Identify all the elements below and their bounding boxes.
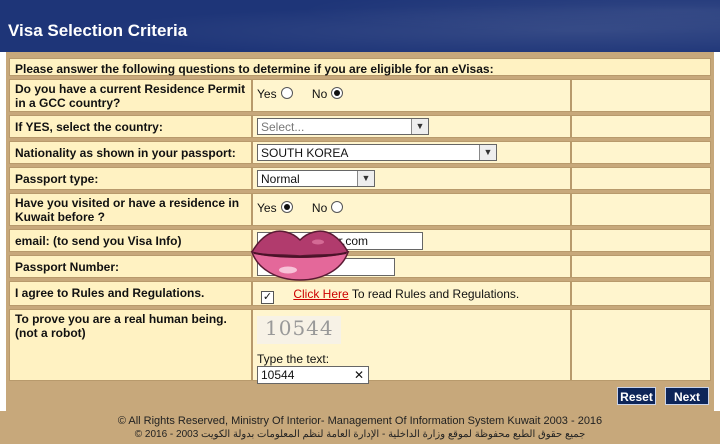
q1-row: Do you have a current Residence Permit i… (9, 79, 711, 112)
captcha-image: 10544 (257, 316, 341, 344)
nationality-select[interactable]: SOUTH KOREA ▼ (257, 144, 497, 161)
q5-no-radio[interactable] (331, 201, 344, 213)
passport-type-select[interactable]: Normal ▼ (257, 170, 375, 187)
q5-no-label: No (311, 201, 328, 215)
q1-no-label: No (311, 87, 328, 101)
captcha-input-value: 10544 (261, 368, 295, 382)
q9-label: To prove you are a real human being. (no… (9, 309, 252, 381)
q1-no-radio[interactable] (331, 87, 344, 99)
q7-label: Passport Number: (9, 255, 252, 278)
chevron-down-icon: ▼ (411, 119, 428, 134)
q6-label: email: (to send you Visa Info) (9, 229, 252, 252)
footer: © All Rights Reserved, Ministry Of Inter… (0, 411, 720, 444)
q6-row: email: (to send you Visa Info) r.com (9, 229, 711, 252)
agree-checkbox[interactable]: ✓ (261, 291, 274, 304)
intro-row: Please answer the following questions to… (9, 58, 711, 76)
q2-field: Select... ▼ (252, 115, 571, 138)
q8-row: I agree to Rules and Regulations. ✓ Clic… (9, 281, 711, 306)
rules-link-suffix: To read Rules and Regulations. (351, 287, 520, 301)
q5-options: Yes No (252, 193, 571, 226)
chevron-down-icon: ▼ (479, 145, 496, 160)
q2-spare (571, 115, 711, 138)
q1-label: Do you have a current Residence Permit i… (9, 79, 252, 112)
q5-row: Have you visited or have a residence in … (9, 193, 711, 226)
page-title: Visa Selection Criteria (8, 21, 188, 40)
clear-icon[interactable]: ✕ (354, 367, 364, 383)
country-select[interactable]: Select... ▼ (257, 118, 429, 135)
footer-copyright-arabic: جميع حقوق الطبع محفوظة لموقع وزارة الداخ… (134, 429, 586, 440)
reset-button[interactable]: Reset (617, 387, 656, 405)
q5-yes-label: Yes (257, 201, 277, 215)
chevron-down-icon: ▼ (357, 171, 374, 186)
q2-row: If YES, select the country: Select... ▼ (9, 115, 711, 138)
q7-spare (571, 255, 711, 278)
q9-spare (571, 309, 711, 381)
q3-row: Nationality as shown in your passport: S… (9, 141, 711, 164)
q3-label: Nationality as shown in your passport: (9, 141, 252, 164)
q3-spare (571, 141, 711, 164)
footer-copyright: © All Rights Reserved, Ministry Of Inter… (117, 415, 603, 427)
q1-yes-label: Yes (257, 87, 277, 101)
q8-field: ✓ Click Here To read Rules and Regulatio… (252, 281, 571, 306)
q1-spare (571, 79, 711, 112)
q4-label: Passport type: (9, 167, 252, 190)
q1-yes-radio[interactable] (280, 87, 293, 99)
header-banner: Visa Selection Criteria (0, 0, 720, 52)
intro-text: Please answer the following questions to… (9, 58, 711, 76)
q9-row: To prove you are a real human being. (no… (9, 309, 711, 384)
type-text-label: Type the text: (257, 352, 330, 366)
lips-sticker (250, 230, 350, 281)
rules-link[interactable]: Click Here (293, 287, 348, 301)
q2-label: If YES, select the country: (9, 115, 252, 138)
q7-row: Passport Number: (9, 255, 711, 278)
q4-row: Passport type: Normal ▼ (9, 167, 711, 190)
q4-field: Normal ▼ (252, 167, 571, 190)
next-button[interactable]: Next (665, 387, 709, 405)
q5-label: Have you visited or have a residence in … (9, 193, 252, 226)
q8-spare (571, 281, 711, 306)
q8-label: I agree to Rules and Regulations. (9, 281, 252, 306)
q3-field: SOUTH KOREA ▼ (252, 141, 571, 164)
captcha-input[interactable]: 10544 ✕ (257, 366, 369, 384)
q1-options: Yes No (252, 79, 571, 112)
q5-spare (571, 193, 711, 226)
q6-spare (571, 229, 711, 252)
q4-spare (571, 167, 711, 190)
q9-field: 10544 Type the text: 10544 ✕ (252, 309, 571, 384)
q5-yes-radio[interactable] (280, 201, 293, 213)
